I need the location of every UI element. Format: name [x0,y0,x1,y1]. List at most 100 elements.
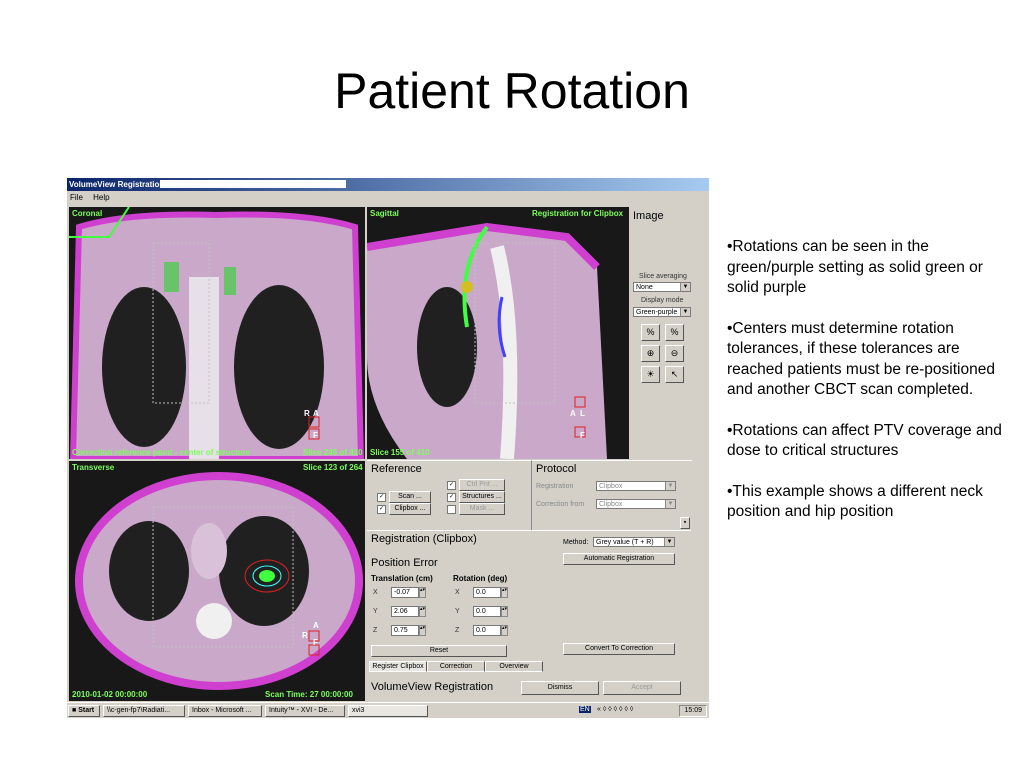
reference-panel: Reference ✓ Scan ... ✓ Clipbox ... ✓ Ctr… [367,460,531,531]
translation-x-stepper[interactable]: ▴▾ [419,587,426,598]
axis-y-translation: Y [373,608,378,615]
taskbar-item-inbox[interactable]: Inbox - Microsoft ... [188,705,262,717]
convert-to-correction-button[interactable]: Convert To Correction [563,643,675,655]
ctrl-pnt-button[interactable]: Ctrl Pnt ... [459,479,505,491]
reference-heading: Reference [371,463,422,475]
taskbar-item-label: Intuity™ - XVI - De... [269,707,334,714]
clipbox-button[interactable]: Clipbox ... [389,503,431,515]
taskbar-item-folder[interactable]: \\c-gen-fp7\Radiati... [103,705,185,717]
title-field [160,180,346,188]
volumeview-footer-title: VolumeView Registration [371,681,494,693]
structures-button[interactable]: Structures ... [459,491,505,503]
transverse-slice: Slice 123 of 264 [303,463,363,472]
taskbar-item-xvi3[interactable]: xvi3 [348,705,428,717]
rotation-x-input[interactable]: 0.0 [473,587,501,598]
mask-checkbox[interactable] [447,505,456,514]
taskbar-item-intuity[interactable]: Intuity™ - XVI - De... [265,705,345,717]
start-label: Start [78,707,95,714]
ctrl-pnt-checkbox[interactable]: ✓ [447,481,456,490]
protocol-registration-select[interactable]: Clipbox ▼ [596,481,676,491]
window-title: VolumeView Registration: [69,180,167,189]
brightness-button[interactable]: ☀ [641,366,660,383]
menu-bar: File Help [67,191,709,205]
system-clock: 15:09 [679,705,707,717]
protocol-correction-select[interactable]: Clipbox ▼ [596,499,676,509]
rotation-z-input[interactable]: 0.0 [473,625,501,636]
menu-help[interactable]: Help [93,193,109,202]
app-screenshot: VolumeView Registration: File Help Coron… [67,178,709,718]
orient-r-coronal: R [304,409,310,418]
scan-button[interactable]: Scan ... [389,491,431,503]
zoom-out-button[interactable]: ⊖ [665,345,684,362]
percent-icon: % [670,327,679,337]
bullet-1: •Rotations can be seen in the green/purp… [727,238,983,296]
coronal-label: Coronal [72,209,103,218]
reset-button[interactable]: Reset [371,645,507,657]
tab-register-clipbox[interactable]: Register Clipbox [369,661,427,672]
slice-averaging-label: Slice averaging [639,273,687,280]
clipbox-checkbox[interactable]: ✓ [377,505,386,514]
display-mode-label: Display mode [641,297,684,304]
orient-a-sagittal: A [570,409,576,418]
sync-icon-button[interactable]: % [641,324,660,341]
mask-button[interactable]: Mask ... [459,503,505,515]
translation-z-stepper[interactable]: ▴▾ [419,625,426,636]
slice-averaging-select[interactable]: None ▼ [633,282,691,292]
registration-heading: Registration (Clipbox) [371,533,477,545]
transverse-view[interactable]: Transverse Slice 123 of 264 A R F 2010-0… [69,461,365,701]
sagittal-label: Sagittal [370,209,399,218]
menu-file[interactable]: File [70,193,83,202]
rotation-x-stepper[interactable]: ▴▾ [501,587,508,598]
translation-x-input[interactable]: -0.07 [391,587,419,598]
bullet-list: •Rotations can be seen in the green/purp… [727,237,1002,543]
orient-l-sagittal: L [580,409,585,418]
language-indicator[interactable]: EN [579,706,591,713]
structures-checkbox[interactable]: ✓ [447,493,456,502]
lock-button[interactable]: ▪ [680,517,690,529]
lock-icon: ▪ [683,519,687,526]
axis-x-rotation: X [455,589,460,596]
protocol-correction-value: Clipbox [599,501,623,508]
start-button[interactable]: ■ Start [68,705,100,717]
scan-checkbox[interactable]: ✓ [377,493,386,502]
accept-button[interactable]: Accept [603,681,681,695]
method-select[interactable]: Grey value (T + R) ▼ [593,537,675,547]
dismiss-button[interactable]: Dismiss [521,681,599,695]
zoom-out-icon: ⊖ [670,348,679,358]
chevron-down-icon: ▼ [665,500,675,508]
zoom-in-button[interactable]: ⊕ [641,345,660,362]
bullet-2: •Centers must determine rotation toleran… [727,319,995,399]
orient-f-sagittal: F [580,431,585,440]
translation-y-stepper[interactable]: ▴▾ [419,606,426,617]
display-mode-select[interactable]: Green-purple ▼ [633,307,691,317]
chevron-down-icon: ▼ [664,538,674,546]
pointer-icon: ↖ [670,369,679,379]
translation-z-input[interactable]: 0.75 [391,625,419,636]
axis-x-translation: X [373,589,378,596]
method-label: Method: [563,539,589,546]
translation-y-input[interactable]: 2.06 [391,606,419,617]
taskbar-item-label: xvi3 [352,707,365,714]
image-heading: Image [633,210,664,222]
axis-z-rotation: Z [455,627,460,634]
sagittal-view[interactable]: Sagittal Registration for Clipbox A L F … [367,207,629,459]
coronal-footer: Correction reference point - center of s… [72,448,251,457]
tab-overview[interactable]: Overview [485,661,543,672]
tray-icons: « ◊ ◊ ◊ ◊ ◊ ◊ [597,706,634,713]
coronal-slice: Slice 246 of 410 [303,448,363,457]
coronal-view[interactable]: Coronal R A F Correction reference point… [69,207,365,459]
rotation-y-input[interactable]: 0.0 [473,606,501,617]
tab-correction[interactable]: Correction [427,661,485,672]
display-mode-value: Green-purple [636,309,678,316]
percent-icon-button[interactable]: % [665,324,684,341]
bullet-3: •Rotations can affect PTV coverage and d… [727,421,1002,460]
chevron-down-icon: ▼ [665,482,675,490]
brightness-icon: ☀ [646,369,655,379]
axis-y-rotation: Y [455,608,460,615]
rotation-z-stepper[interactable]: ▴▾ [501,625,508,636]
rotation-y-stepper[interactable]: ▴▾ [501,606,508,617]
orient-a-transverse: A [313,621,319,630]
pointer-button[interactable]: ↖ [665,366,684,383]
protocol-registration-value: Clipbox [599,483,623,490]
automatic-registration-button[interactable]: Automatic Registration [563,553,675,565]
